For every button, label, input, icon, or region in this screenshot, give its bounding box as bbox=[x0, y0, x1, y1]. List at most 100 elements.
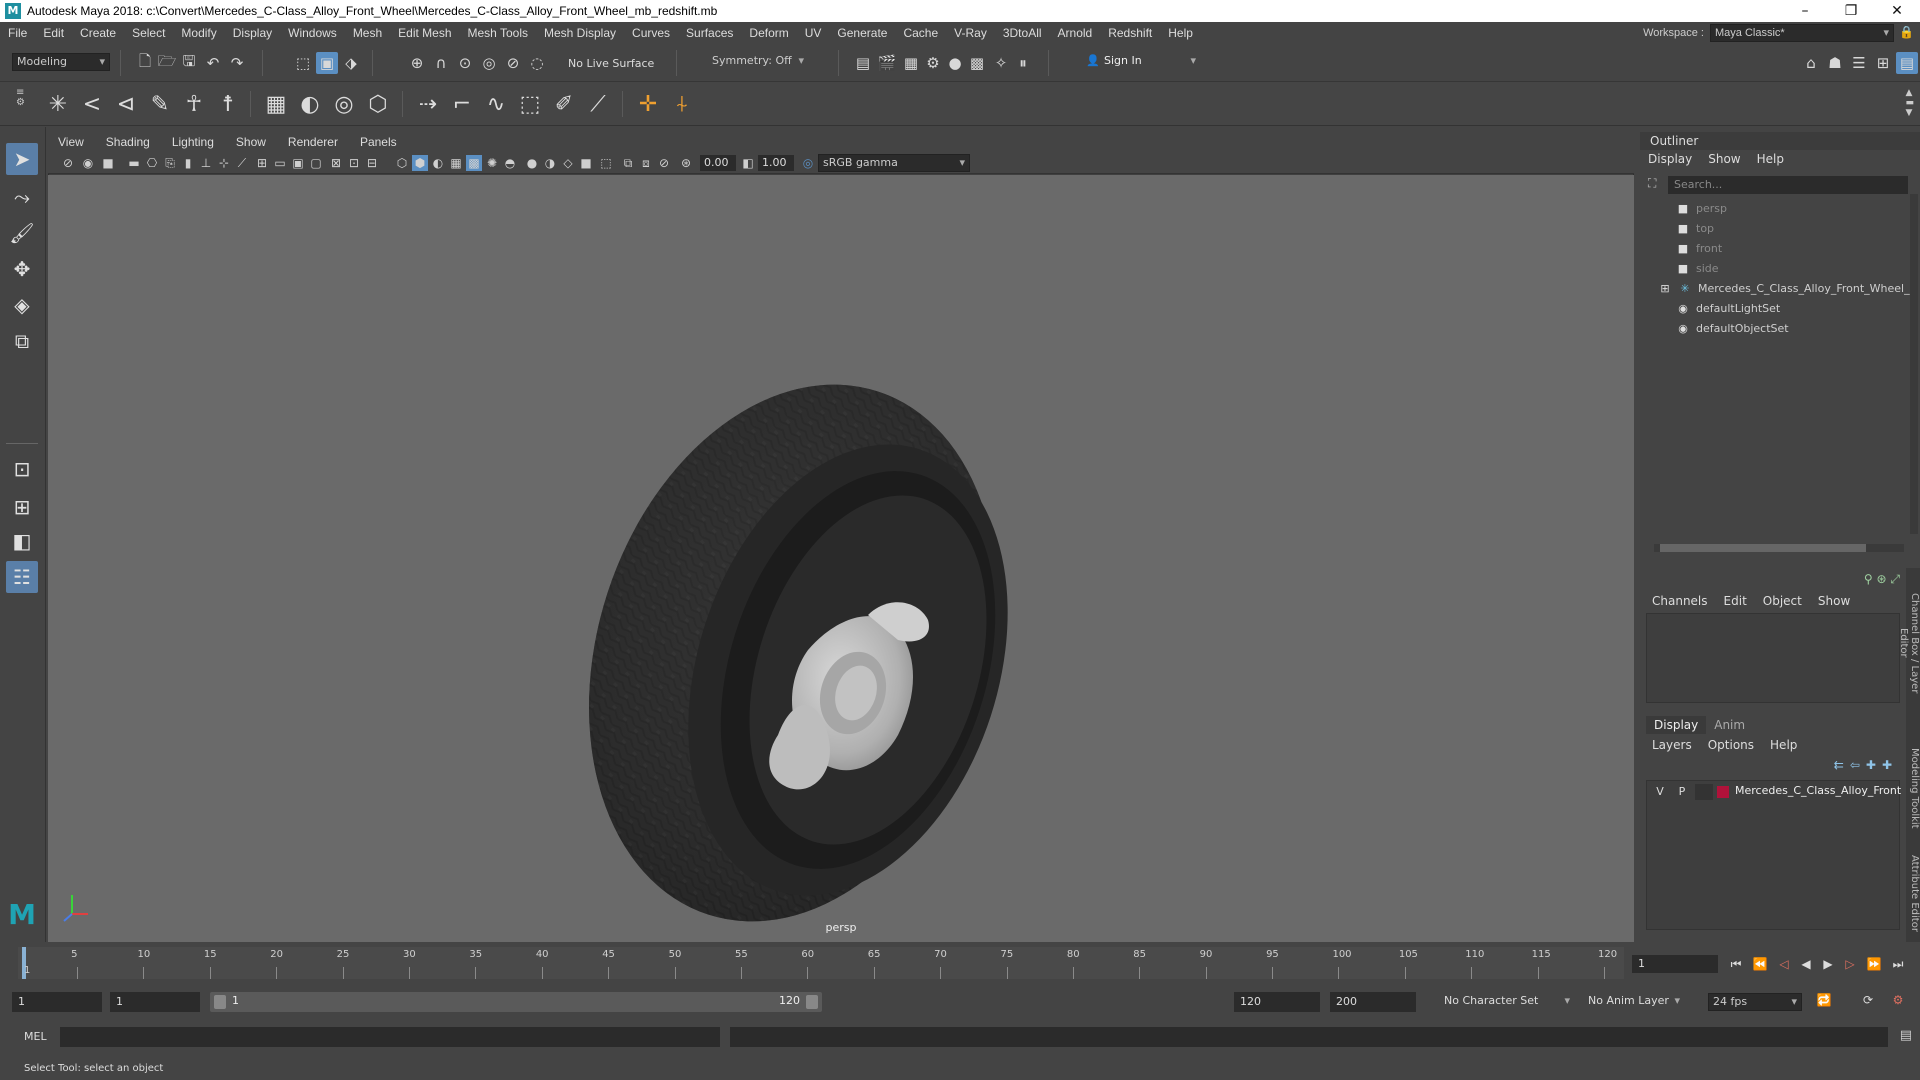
live-surface-label[interactable]: No Live Surface bbox=[568, 57, 654, 70]
step-forward-key-icon[interactable]: ⏩ bbox=[1864, 955, 1884, 973]
animation-start-field[interactable]: 1 bbox=[12, 992, 102, 1012]
redo-icon[interactable]: ↷ bbox=[226, 52, 248, 74]
scrollbar-thumb[interactable] bbox=[1660, 544, 1866, 552]
fps-dropdown[interactable]: 24 fps bbox=[1708, 993, 1802, 1011]
insert-edge-loop-icon[interactable]: ⟋ bbox=[584, 90, 612, 118]
bookmark-icon[interactable]: ■ bbox=[100, 155, 116, 171]
bridge-icon[interactable]: ∿ bbox=[482, 90, 510, 118]
tab-anim[interactable]: Anim bbox=[1706, 716, 1753, 734]
isolate-select-icon[interactable]: ◇ bbox=[560, 155, 576, 171]
options-menu[interactable]: Options bbox=[1700, 738, 1762, 752]
light-editor-icon[interactable]: ✧ bbox=[990, 52, 1012, 74]
lasso-tool-icon[interactable]: ⤳ bbox=[6, 181, 38, 213]
gamma-icon[interactable]: ◧ bbox=[740, 155, 756, 171]
shelf-scroll-icon[interactable]: ▲ ▬ ▼ bbox=[1905, 88, 1914, 118]
menu-surfaces[interactable]: Surfaces bbox=[678, 26, 741, 40]
snap-grid-icon[interactable]: ⊕ bbox=[406, 52, 428, 74]
maximize-button[interactable]: ❐ bbox=[1828, 0, 1874, 22]
menu-edit-mesh[interactable]: Edit Mesh bbox=[390, 26, 459, 40]
lattice-icon[interactable]: ▦ bbox=[262, 90, 290, 118]
image-plane-icon[interactable]: ▬ bbox=[126, 155, 142, 171]
command-language-label[interactable]: MEL bbox=[24, 1030, 47, 1043]
menu-modify[interactable]: Modify bbox=[173, 26, 224, 40]
outliner-item-default-light-set[interactable]: ◉ defaultLightSet bbox=[1676, 300, 1780, 318]
snap-surface-icon[interactable]: ◌ bbox=[526, 52, 548, 74]
minimize-button[interactable]: – bbox=[1782, 0, 1828, 22]
tab-channel-box-layer-editor[interactable]: Channel Box / Layer Editor bbox=[1898, 578, 1920, 708]
paint-select-tool-icon[interactable]: 🖌 bbox=[6, 217, 38, 249]
outliner-item-side[interactable]: ■ side bbox=[1676, 260, 1719, 278]
viewport-menu-panels[interactable]: Panels bbox=[350, 135, 409, 149]
outliner-item-default-object-set[interactable]: ◉ defaultObjectSet bbox=[1676, 320, 1788, 338]
render-setup-icon[interactable]: ▩ bbox=[966, 52, 988, 74]
tab-display[interactable]: Display bbox=[1646, 716, 1707, 734]
ui-toggle-icon[interactable]: ⊘ bbox=[656, 155, 672, 171]
save-scene-icon[interactable]: 🖫 bbox=[178, 52, 200, 74]
animation-end-field[interactable]: 200 bbox=[1330, 992, 1416, 1012]
auto-key-icon[interactable]: ⟳ bbox=[1858, 991, 1878, 1009]
viewport-menu-show[interactable]: Show bbox=[226, 135, 278, 149]
layer-create-icons[interactable]: ⇇⇦✚✚ bbox=[1834, 758, 1898, 772]
new-scene-icon[interactable]: 🗋 bbox=[134, 52, 156, 74]
outliner-menu-show[interactable]: Show bbox=[1700, 152, 1748, 166]
camera-attributes-icon[interactable]: ⊘ bbox=[60, 155, 76, 171]
outliner-item-wheel-group[interactable]: ⊞ ✳ Mercedes_C_Class_Alloy_Front_Wheel_n bbox=[1658, 280, 1916, 298]
ambient-occlusion-icon[interactable]: ✺ bbox=[484, 155, 500, 171]
outliner-item-front[interactable]: ■ front bbox=[1676, 240, 1722, 258]
wireframe-icon[interactable]: ⊠ bbox=[328, 155, 344, 171]
render-view-icon[interactable]: ▤ bbox=[852, 52, 874, 74]
2d-pan-zoom-icon[interactable]: ⎘ bbox=[162, 155, 178, 171]
lock-icon[interactable]: 🔒 bbox=[1899, 25, 1914, 39]
four-view-layout-icon[interactable]: ⊞ bbox=[6, 491, 38, 523]
grease-pencil-icon[interactable]: ▮ bbox=[180, 155, 196, 171]
channel-box-toggle-icon[interactable]: ▤ bbox=[1896, 52, 1918, 74]
layer-color-swatch[interactable] bbox=[1717, 786, 1729, 798]
select-by-object-icon[interactable]: ▣ bbox=[316, 52, 338, 74]
attribute-editor-toggle-icon[interactable]: ☰ bbox=[1848, 52, 1870, 74]
script-editor-icon[interactable]: ▤ bbox=[1900, 1028, 1912, 1043]
camera-sequence-icon[interactable]: ⧈ bbox=[638, 155, 654, 171]
menu-windows[interactable]: Windows bbox=[280, 26, 345, 40]
extrude-icon[interactable]: ⇢ bbox=[414, 90, 442, 118]
step-forward-frame-icon[interactable]: ▷ bbox=[1840, 955, 1860, 973]
multi-cut-icon[interactable]: ✐ bbox=[550, 90, 578, 118]
character-set-dropdown[interactable]: No Character Set bbox=[1440, 993, 1574, 1011]
layer-display-type[interactable] bbox=[1695, 784, 1713, 800]
pencil-curve-icon[interactable]: ✎ bbox=[146, 90, 174, 118]
command-input[interactable] bbox=[60, 1027, 720, 1047]
menu-redshift[interactable]: Redshift bbox=[1100, 26, 1160, 40]
filter-icon[interactable]: ⛶ bbox=[1648, 176, 1656, 191]
textured-icon[interactable]: ⬢ bbox=[412, 155, 428, 171]
channels-menu[interactable]: Channels bbox=[1644, 594, 1716, 608]
channel-box-tools-icon[interactable]: ⚲ ⊛ ⤢ bbox=[1864, 572, 1900, 587]
depth-of-field-icon[interactable]: ◑ bbox=[542, 155, 558, 171]
menu-create[interactable]: Create bbox=[72, 26, 124, 40]
menu-3dtoall[interactable]: 3DtoAll bbox=[995, 26, 1050, 40]
close-button[interactable]: ✕ bbox=[1874, 0, 1920, 22]
menu-help[interactable]: Help bbox=[1160, 26, 1201, 40]
render-frame-icon[interactable]: 🎬 bbox=[876, 52, 898, 74]
ep-curve-icon[interactable]: ✳ bbox=[44, 90, 72, 118]
animation-preferences-icon[interactable]: ⚙ bbox=[1888, 991, 1908, 1009]
shaded-icon[interactable]: ⬡ bbox=[394, 155, 410, 171]
resolution-gate-icon[interactable]: ⊹ bbox=[216, 155, 232, 171]
menu-display[interactable]: Display bbox=[225, 26, 280, 40]
layers-menu[interactable]: Layers bbox=[1644, 738, 1700, 752]
field-chart-icon[interactable]: ▢ bbox=[308, 155, 324, 171]
outliner-search-input[interactable]: Search... bbox=[1668, 176, 1908, 194]
loop-icon[interactable]: 🔁 bbox=[1814, 991, 1834, 1009]
menu-mesh-tools[interactable]: Mesh Tools bbox=[460, 26, 536, 40]
outliner-vertical-scrollbar[interactable] bbox=[1910, 194, 1918, 534]
play-backwards-icon[interactable]: ◀ bbox=[1796, 955, 1816, 973]
channel-object-menu[interactable]: Object bbox=[1755, 594, 1810, 608]
pivot-icon[interactable]: ✛ bbox=[634, 90, 662, 118]
viewport-menu-lighting[interactable]: Lighting bbox=[162, 135, 226, 149]
create-skeleton-icon[interactable]: ☥ bbox=[180, 90, 208, 118]
antialiasing-icon[interactable]: ● bbox=[524, 155, 540, 171]
menu-generate[interactable]: Generate bbox=[829, 26, 895, 40]
exposure-icon[interactable]: ⊛ bbox=[678, 155, 694, 171]
menu-mesh[interactable]: Mesh bbox=[345, 26, 390, 40]
layer-visibility-toggle[interactable]: V bbox=[1651, 784, 1669, 800]
layer-playback-toggle[interactable]: P bbox=[1673, 784, 1691, 800]
wireframe-on-shaded-icon[interactable]: ⊟ bbox=[364, 155, 380, 171]
